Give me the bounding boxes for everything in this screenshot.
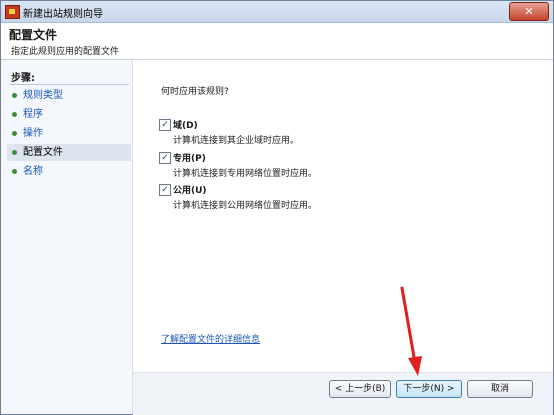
- wizard-window: 新建出站规则向导 ✕ 配置文件 指定此规则应用的配置文件 步骤: 规则类型 程序…: [0, 0, 554, 415]
- domain-description: 计算机连接到其企业域时应用。: [173, 136, 300, 146]
- public-label[interactable]: 公用(U): [173, 183, 207, 196]
- step-program[interactable]: 程序: [7, 106, 131, 123]
- green-bullet-icon: [12, 150, 17, 155]
- private-description: 计算机连接到专用网络位置时应用。: [173, 169, 318, 179]
- firewall-icon: [5, 5, 20, 19]
- close-icon[interactable]: ✕: [509, 2, 549, 21]
- domain-label[interactable]: 域(D): [173, 118, 198, 131]
- private-checkbox[interactable]: ✓: [159, 152, 171, 164]
- profile-help-link[interactable]: 了解配置文件的详细信息: [161, 332, 260, 345]
- green-bullet-icon: [12, 169, 17, 174]
- steps-title: 步骤:: [11, 73, 35, 84]
- green-bullet-icon: [12, 93, 17, 98]
- wizard-header: 配置文件 指定此规则应用的配置文件: [1, 23, 553, 60]
- window-title: 新建出站规则向导: [23, 9, 103, 20]
- content-area: 何时应用该规则? ✓ 域(D) 计算机连接到其企业域时应用。 ✓ 专用(P) 计…: [133, 60, 553, 372]
- step-label: 程序: [23, 109, 43, 120]
- question-text: 何时应用该规则?: [161, 87, 229, 97]
- domain-checkbox[interactable]: ✓: [159, 119, 171, 131]
- step-name[interactable]: 名称: [7, 163, 131, 180]
- button-bar: < 上一步(B) 下一步(N) > 取消: [133, 372, 553, 415]
- title-bar[interactable]: 新建出站规则向导 ✕: [1, 1, 553, 23]
- green-bullet-icon: [12, 112, 17, 117]
- public-checkbox[interactable]: ✓: [159, 184, 171, 196]
- step-label: 名称: [23, 166, 43, 177]
- next-button[interactable]: 下一步(N) >: [396, 380, 462, 398]
- step-label: 规则类型: [23, 90, 63, 101]
- page-subtitle: 指定此规则应用的配置文件: [11, 47, 120, 57]
- step-action[interactable]: 操作: [7, 125, 131, 142]
- back-button[interactable]: < 上一步(B): [329, 380, 391, 398]
- cancel-button[interactable]: 取消: [467, 380, 533, 398]
- step-profile: 配置文件: [7, 144, 131, 161]
- step-label: 操作: [23, 128, 43, 139]
- step-rule-type[interactable]: 规则类型: [7, 87, 131, 104]
- steps-pane: 步骤: 规则类型 程序 操作 配置文件 名称: [1, 60, 133, 414]
- step-label: 配置文件: [23, 147, 63, 158]
- public-description: 计算机连接到公用网络位置时应用。: [173, 201, 318, 211]
- private-label[interactable]: 专用(P): [173, 151, 206, 164]
- steps-divider: [9, 84, 129, 85]
- page-title: 配置文件: [9, 28, 58, 42]
- green-bullet-icon: [12, 131, 17, 136]
